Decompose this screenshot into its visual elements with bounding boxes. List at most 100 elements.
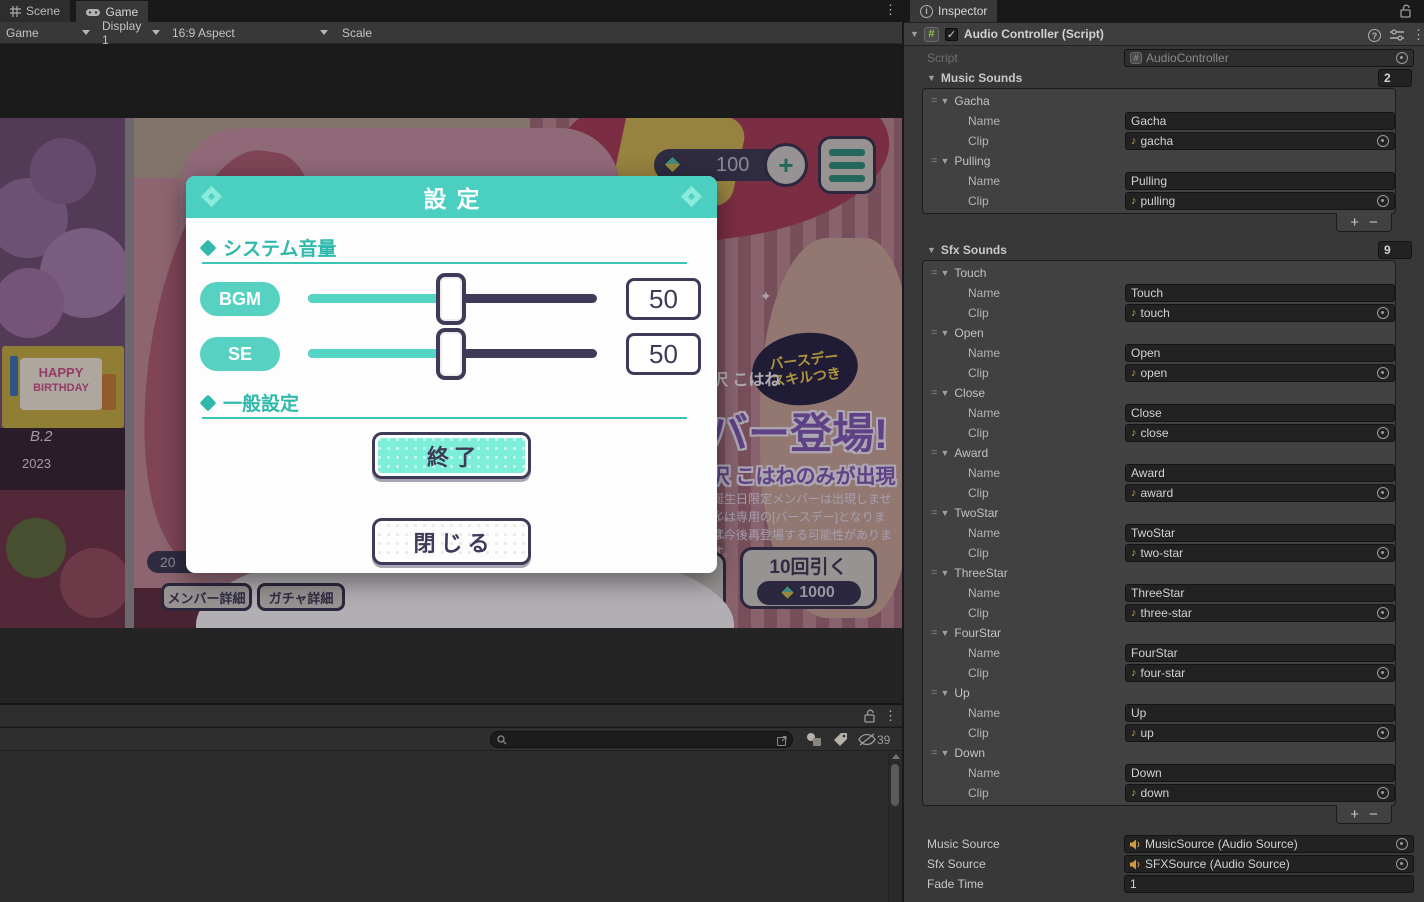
lock-icon[interactable] xyxy=(1400,4,1412,18)
object-picker-icon[interactable] xyxy=(1377,135,1389,147)
sfx-sounds-count-field[interactable]: 9 xyxy=(1378,241,1412,259)
game-tabbar-menu-icon[interactable]: ⋮ xyxy=(884,3,897,16)
search-input[interactable] xyxy=(490,731,793,748)
tab-inspector[interactable]: i Inspector xyxy=(910,0,998,22)
script-field[interactable]: # AudioController xyxy=(1124,49,1414,67)
sound-item-header[interactable]: = ▼ Award xyxy=(923,443,1395,463)
scrollbar-thumb[interactable] xyxy=(891,764,899,806)
foldout-icon[interactable]: ▼ xyxy=(940,508,949,518)
sound-clip-field[interactable]: ♪ up xyxy=(1125,724,1395,742)
sound-item-header[interactable]: = ▼ Gacha xyxy=(923,91,1395,111)
music-source-field[interactable]: MusicSource (Audio Source) xyxy=(1124,835,1414,853)
object-picker-icon[interactable] xyxy=(1377,367,1389,379)
sound-clip-field[interactable]: ♪ close xyxy=(1125,424,1395,442)
game-mode-dropdown[interactable]: Game xyxy=(0,24,96,42)
scrollbar-track[interactable] xyxy=(888,751,901,902)
sound-item-header[interactable]: = ▼ TwoStar xyxy=(923,503,1395,523)
drag-handle-icon[interactable]: = xyxy=(931,447,938,459)
object-picker-icon[interactable] xyxy=(1396,858,1408,870)
foldout-icon[interactable]: ▼ xyxy=(927,245,936,255)
object-picker-icon[interactable] xyxy=(1377,487,1389,499)
object-picker-icon[interactable] xyxy=(1377,787,1389,799)
component-header[interactable]: ▼ # ✓ Audio Controller (Script) ? ⋮ xyxy=(904,22,1424,46)
drag-handle-icon[interactable]: = xyxy=(931,267,938,279)
sound-item-header[interactable]: = ▼ Close xyxy=(923,383,1395,403)
foldout-icon[interactable]: ▼ xyxy=(927,73,936,83)
se-slider-handle[interactable] xyxy=(436,328,466,380)
sfx-sounds-foldout[interactable]: ▼ Sfx Sounds 9 xyxy=(904,240,1424,260)
sound-name-field[interactable]: Down xyxy=(1125,764,1395,782)
sound-name-field[interactable]: Award xyxy=(1125,464,1395,482)
sound-clip-field[interactable]: ♪ pulling xyxy=(1125,192,1395,210)
object-picker-icon[interactable] xyxy=(1396,52,1408,64)
drag-handle-icon[interactable]: = xyxy=(931,627,938,639)
drag-handle-icon[interactable]: = xyxy=(931,387,938,399)
bottom-panel-menu-icon[interactable]: ⋮ xyxy=(884,709,897,722)
sound-item-header[interactable]: = ▼ FourStar xyxy=(923,623,1395,643)
drag-handle-icon[interactable]: = xyxy=(931,95,938,107)
sound-clip-field[interactable]: ♪ award xyxy=(1125,484,1395,502)
sfx-source-field[interactable]: SFXSource (Audio Source) xyxy=(1124,855,1414,873)
drag-handle-icon[interactable]: = xyxy=(931,507,938,519)
popout-search-icon[interactable] xyxy=(777,735,788,746)
remove-element-button[interactable]: − xyxy=(1369,807,1378,822)
sound-clip-field[interactable]: ♪ three-star xyxy=(1125,604,1395,622)
sound-clip-field[interactable]: ♪ gacha xyxy=(1125,132,1395,150)
component-enabled-checkbox[interactable]: ✓ xyxy=(944,27,958,41)
foldout-icon[interactable]: ▼ xyxy=(940,448,949,458)
foldout-icon[interactable]: ▼ xyxy=(940,748,949,758)
search-by-type-icon[interactable] xyxy=(806,732,822,747)
sound-name-field[interactable]: Touch xyxy=(1125,284,1395,302)
sound-name-field[interactable]: Pulling xyxy=(1125,172,1395,190)
scrollbar-up-arrow[interactable] xyxy=(892,754,900,759)
drag-handle-icon[interactable]: = xyxy=(931,155,938,167)
sound-clip-field[interactable]: ♪ touch xyxy=(1125,304,1395,322)
tab-scene[interactable]: Scene xyxy=(0,0,71,22)
object-picker-icon[interactable] xyxy=(1377,547,1389,559)
foldout-icon[interactable]: ▼ xyxy=(940,268,949,278)
object-picker-icon[interactable] xyxy=(1377,307,1389,319)
foldout-icon[interactable]: ▼ xyxy=(940,388,949,398)
sound-item-header[interactable]: = ▼ ThreeStar xyxy=(923,563,1395,583)
add-element-button[interactable]: + xyxy=(1350,807,1359,822)
sound-name-field[interactable]: FourStar xyxy=(1125,644,1395,662)
drag-handle-icon[interactable]: = xyxy=(931,327,938,339)
foldout-icon[interactable]: ▼ xyxy=(940,96,949,106)
object-picker-icon[interactable] xyxy=(1377,195,1389,207)
aspect-dropdown[interactable]: 16:9 Aspect xyxy=(166,24,334,42)
bgm-value-box[interactable]: 50 xyxy=(626,278,701,320)
component-menu-icon[interactable]: ⋮ xyxy=(1412,28,1424,41)
sound-name-field[interactable]: Close xyxy=(1125,404,1395,422)
drag-handle-icon[interactable]: = xyxy=(931,567,938,579)
object-picker-icon[interactable] xyxy=(1377,727,1389,739)
search-by-label-icon[interactable] xyxy=(833,732,848,747)
drag-handle-icon[interactable]: = xyxy=(931,747,938,759)
sound-clip-field[interactable]: ♪ down xyxy=(1125,784,1395,802)
display-dropdown[interactable]: Display 1 xyxy=(96,19,166,47)
sound-clip-field[interactable]: ♪ open xyxy=(1125,364,1395,382)
quit-button[interactable]: 終了 xyxy=(372,432,531,479)
foldout-icon[interactable]: ▼ xyxy=(910,29,919,39)
sound-name-field[interactable]: ThreeStar xyxy=(1125,584,1395,602)
sound-name-field[interactable]: Up xyxy=(1125,704,1395,722)
foldout-icon[interactable]: ▼ xyxy=(940,628,949,638)
hidden-objects-eye-icon[interactable] xyxy=(858,733,876,746)
se-value-box[interactable]: 50 xyxy=(626,333,701,375)
sound-item-header[interactable]: = ▼ Open xyxy=(923,323,1395,343)
close-button[interactable]: 閉じる xyxy=(372,518,531,565)
music-sounds-count-field[interactable]: 2 xyxy=(1378,69,1412,87)
sound-item-header[interactable]: = ▼ Touch xyxy=(923,263,1395,283)
bgm-slider-handle[interactable] xyxy=(436,273,466,325)
lock-icon[interactable] xyxy=(864,709,876,723)
drag-handle-icon[interactable]: = xyxy=(931,687,938,699)
help-icon[interactable]: ? xyxy=(1368,29,1381,42)
music-sounds-foldout[interactable]: ▼ Music Sounds 2 xyxy=(904,68,1424,88)
fade-time-field[interactable]: 1 xyxy=(1124,875,1414,893)
object-picker-icon[interactable] xyxy=(1377,427,1389,439)
presets-icon[interactable] xyxy=(1390,29,1404,41)
sound-clip-field[interactable]: ♪ two-star xyxy=(1125,544,1395,562)
object-picker-icon[interactable] xyxy=(1396,838,1408,850)
remove-element-button[interactable]: − xyxy=(1369,215,1378,230)
add-element-button[interactable]: + xyxy=(1350,215,1359,230)
foldout-icon[interactable]: ▼ xyxy=(940,156,949,166)
